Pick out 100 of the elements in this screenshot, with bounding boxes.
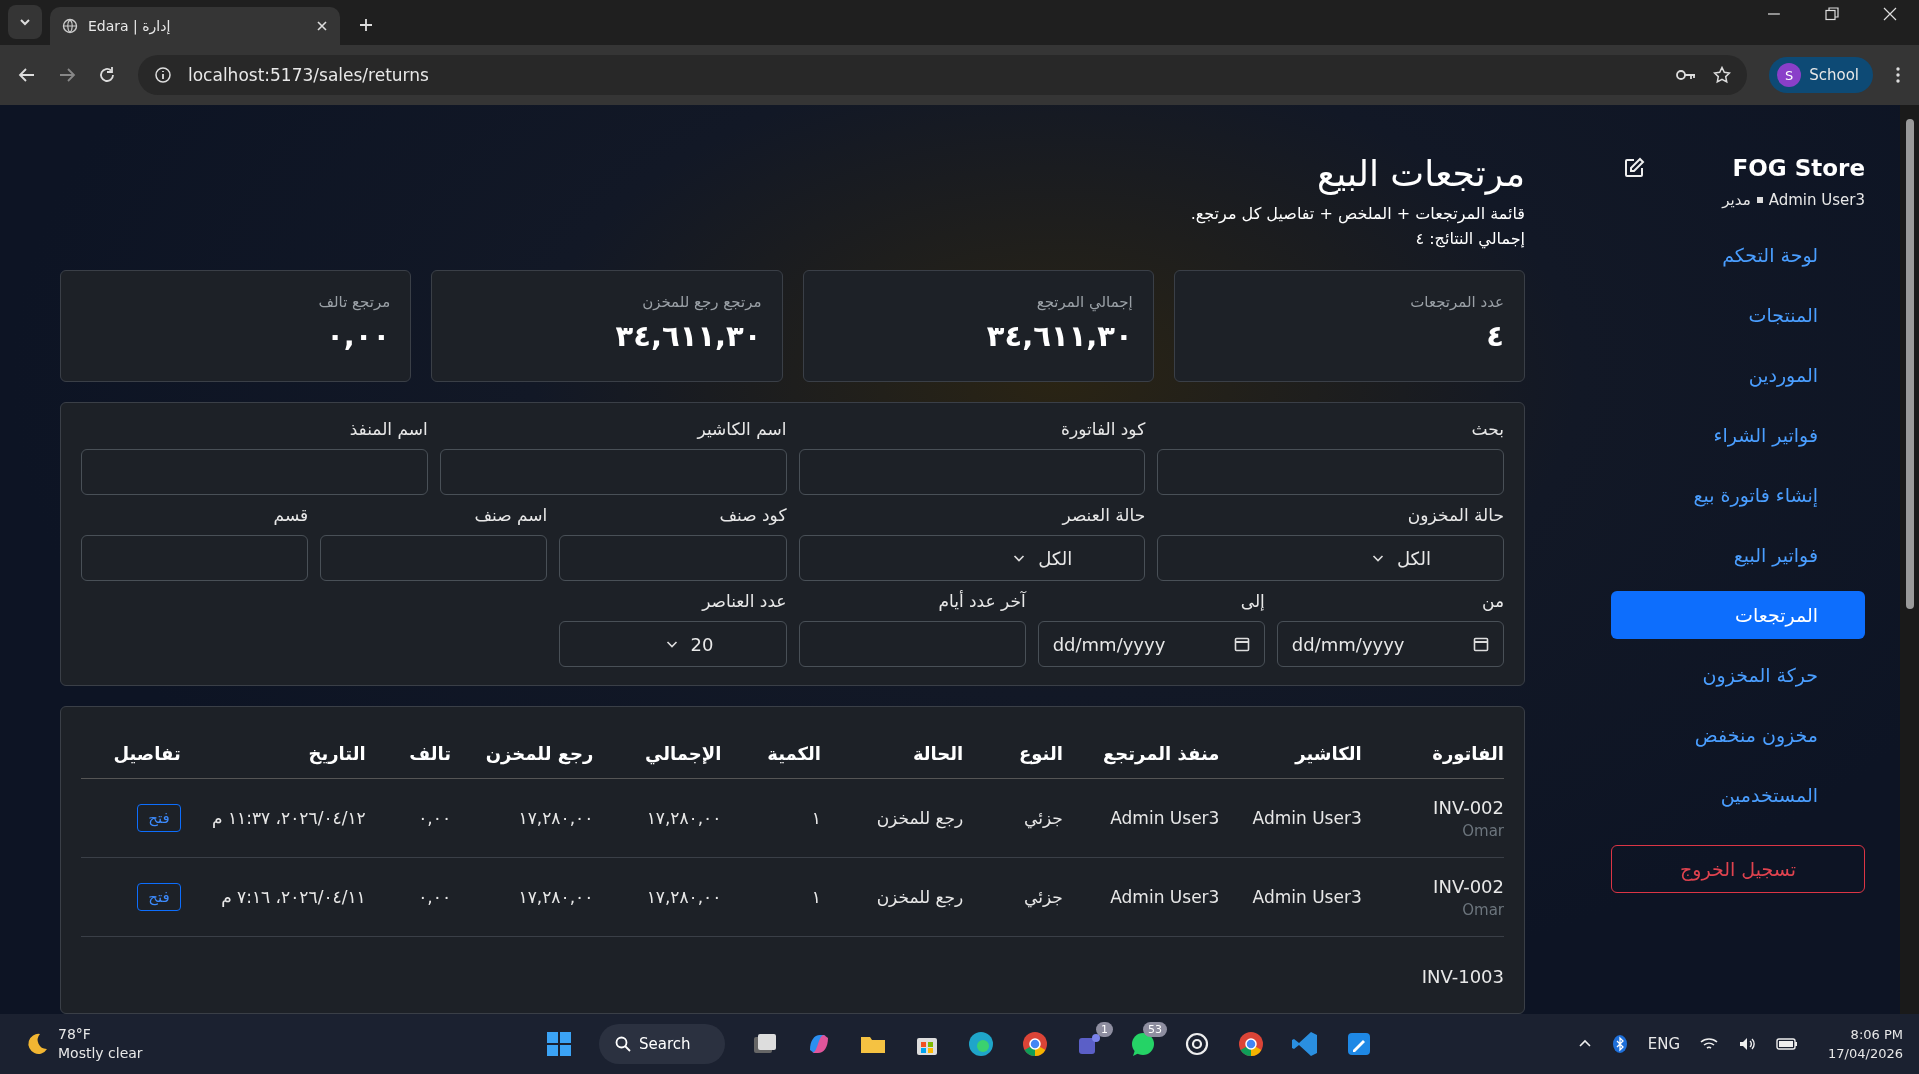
code-editor-icon[interactable] <box>1291 1030 1319 1058</box>
profile-button[interactable]: S School <box>1769 57 1873 93</box>
input-field[interactable] <box>81 535 309 581</box>
chrome-icon[interactable] <box>1021 1030 1049 1058</box>
edge-icon[interactable] <box>967 1030 995 1058</box>
taskbar-search[interactable]: Search <box>599 1024 725 1064</box>
column-header: التاريخ <box>180 721 366 779</box>
date-cell: ١٢/٠٤/٢٠٢٦، ١١:٣٧ م <box>212 808 366 828</box>
close-icon[interactable] <box>316 20 328 32</box>
wifi-icon[interactable] <box>1700 1036 1719 1052</box>
clock-date: 17/04/2026 <box>1828 1045 1903 1063</box>
nav-item[interactable]: المرتجعات <box>1611 591 1865 639</box>
key-icon[interactable] <box>1675 67 1698 83</box>
nav-item[interactable]: الموردين <box>1611 351 1865 399</box>
store-name: FOG Store <box>1731 155 1865 181</box>
new-tab-icon[interactable] <box>358 17 374 33</box>
browser-tab[interactable]: Edara | إدارة <box>50 7 340 45</box>
invoice-cell-text: INV-1003 <box>1420 965 1504 987</box>
calendar-icon <box>1233 636 1250 652</box>
close-icon[interactable] <box>1883 6 1897 21</box>
field-label: كود صنف <box>718 505 787 525</box>
stat-label: إجمالي المرتجع <box>1035 293 1133 311</box>
column-header: رجع للمخزن <box>451 721 594 779</box>
open-button[interactable]: فتح <box>137 804 181 832</box>
field-label: آخر عدد أيام <box>937 591 1026 611</box>
input-field[interactable] <box>559 535 787 581</box>
clock-time: 8:06 PM <box>1849 1026 1903 1044</box>
cashier-cell: Admin User3 <box>1252 808 1362 828</box>
windows-icon[interactable] <box>545 1030 573 1058</box>
stat-value: ٣٤,٦١١,٣٠ <box>614 319 762 353</box>
field-label: اسم المنفذ <box>348 419 428 439</box>
select-field[interactable]: 20 <box>559 621 787 667</box>
forward-icon[interactable] <box>58 66 76 84</box>
customer-name: Omar <box>1461 821 1504 840</box>
input-field[interactable] <box>320 535 548 581</box>
field-label: بحث <box>1470 419 1504 439</box>
bluetooth-icon[interactable] <box>1611 1035 1628 1053</box>
volume-icon[interactable] <box>1738 1036 1757 1052</box>
type-cell: جزئي <box>1024 808 1063 828</box>
date-field[interactable]: dd/mm/yyyy <box>1276 621 1504 667</box>
field-label: من <box>1480 591 1504 611</box>
weather-text: Mostly clear <box>58 1044 143 1063</box>
input-field[interactable] <box>1157 449 1504 495</box>
input-field[interactable] <box>798 621 1026 667</box>
stat-value: ٠,٠٠ <box>325 319 391 353</box>
status-cell: رجع للمخزن <box>876 808 964 828</box>
total-cell: ١٧,٢٨٠,٠٠ <box>646 887 722 907</box>
restore-icon[interactable] <box>1825 6 1839 21</box>
nav-item[interactable]: فواتير الشراء <box>1611 411 1865 459</box>
column-header: الإجمالي <box>593 721 722 779</box>
nav-item[interactable]: المستخدمين <box>1611 771 1865 819</box>
input-field[interactable] <box>439 449 787 495</box>
stat-value: ٣٤,٦١١,٣٠ <box>985 319 1133 353</box>
back-icon[interactable] <box>18 66 36 84</box>
nav-item[interactable]: مخزون منخفض <box>1611 711 1865 759</box>
url-text: localhost:5173/sales/returns <box>188 65 429 85</box>
field-label: قسم <box>272 505 309 525</box>
user-name: Admin User3 <box>1768 191 1865 209</box>
battery-icon[interactable] <box>1776 1037 1799 1051</box>
input-field[interactable] <box>798 449 1146 495</box>
quantity-cell: ١ <box>811 808 821 828</box>
user-role: مدير <box>1722 191 1751 209</box>
stat-label: عدد المرتجعات <box>1409 293 1504 311</box>
stat-label: مرتجع تالف <box>317 293 391 311</box>
nav-item[interactable]: إنشاء فاتورة بيع <box>1611 471 1865 519</box>
type-cell: جزئي <box>1024 887 1063 907</box>
restock-cell: ١٧,٢٨٠,٠٠ <box>518 887 594 907</box>
nav-item[interactable]: فواتير البيع <box>1611 531 1865 579</box>
nav-item[interactable]: لوحة التحكم <box>1611 231 1865 279</box>
cashier-cell: Admin User3 <box>1252 887 1362 907</box>
input-field[interactable] <box>81 449 428 495</box>
restock-cell: ١٧,٢٨٠,٠٠ <box>518 808 594 828</box>
date-field[interactable]: dd/mm/yyyy <box>1037 621 1265 667</box>
column-header: الكمية <box>721 721 821 779</box>
select-field[interactable]: الكل <box>798 535 1146 581</box>
field-label: اسم صنف <box>473 505 548 525</box>
pen-app-icon[interactable] <box>1345 1030 1373 1058</box>
nav-item[interactable]: حركة المخزون <box>1611 651 1865 699</box>
star-icon[interactable] <box>1713 66 1732 84</box>
logout-button[interactable]: تسجيل الخروج <box>1611 845 1865 893</box>
menu-icon[interactable] <box>1895 66 1901 84</box>
reload-icon[interactable] <box>98 66 116 84</box>
damaged-cell: ٠,٠٠ <box>418 808 451 828</box>
language-indicator[interactable]: ENG <box>1647 1035 1681 1053</box>
address-bar[interactable]: localhost:5173/sales/returns <box>138 55 1748 95</box>
select-field[interactable]: الكل <box>1157 535 1504 581</box>
chrome-icon[interactable] <box>1237 1030 1265 1058</box>
tab-list-button[interactable] <box>8 5 42 39</box>
edit-icon[interactable] <box>1623 157 1645 179</box>
column-header: الحالة <box>821 721 964 779</box>
column-header: النوع <box>963 721 1063 779</box>
quantity-cell: ١ <box>811 887 821 907</box>
scrollbar[interactable] <box>1900 105 1919 1014</box>
damaged-cell: ٠,٠٠ <box>418 887 451 907</box>
open-button[interactable]: فتح <box>137 883 181 911</box>
invoice-cell-text: INV-002 <box>1432 875 1504 897</box>
nav-item[interactable]: المنتجات <box>1611 291 1865 339</box>
info-icon[interactable] <box>154 66 172 84</box>
page-title: مرتجعات البيع <box>1316 153 1525 194</box>
column-header: الكاشير <box>1219 721 1362 779</box>
